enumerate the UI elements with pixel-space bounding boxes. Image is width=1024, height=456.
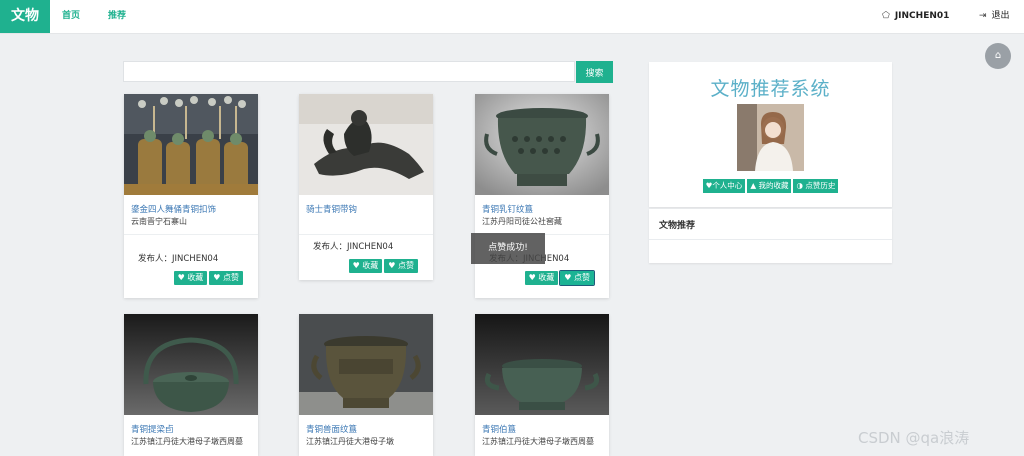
heart-icon: ♥ <box>564 273 572 282</box>
favorite-button[interactable]: ♥ 收藏 <box>173 271 208 285</box>
recommend-heading: 文物推荐 <box>659 221 696 231</box>
history-icon: ◑ <box>796 181 804 190</box>
like-label: 点赞 <box>398 261 414 270</box>
avatar[interactable] <box>737 104 804 171</box>
artifact-location: 江苏镇江丹徒大港母子墩西周墓 <box>131 437 243 446</box>
like-button[interactable]: ♥ 点赞 <box>209 271 243 285</box>
logout-icon: ⇥ <box>979 11 987 21</box>
like-label: 点赞 <box>223 273 239 282</box>
home-icon: ⌂ <box>994 50 1002 61</box>
heart-icon: ♥ <box>213 273 221 282</box>
divider <box>299 234 433 235</box>
artifact-location: 江苏丹阳司徒公社窖藏 <box>482 217 562 226</box>
artifact-card: 骑士青铜带钩 发布人：JINCHEN04 ♥ 收藏 ♥ 点赞 <box>299 94 433 280</box>
artifact-card: 青铜兽面纹簋 江苏镇江丹徒大港母子墩 <box>299 314 433 456</box>
like-button[interactable]: ♥ 点赞 <box>384 259 418 273</box>
favorite-button[interactable]: ♥ 收藏 <box>524 271 559 285</box>
artifact-title[interactable]: 青铜伯簋 <box>482 424 609 436</box>
artifact-location: 江苏镇江丹徒大港母子墩西周墓 <box>482 437 594 446</box>
artifact-card: 青铜伯簋 江苏镇江丹徒大港母子墩西周墓 <box>475 314 609 456</box>
artifact-image[interactable] <box>299 94 433 195</box>
brand-logo[interactable]: 文物 <box>0 0 50 33</box>
divider <box>649 239 892 240</box>
system-title: 文物推荐系统 <box>710 78 831 100</box>
nav-link-home[interactable]: 首页 <box>62 0 80 33</box>
user-icon: ⬠ <box>882 11 890 21</box>
personal-center-button[interactable]: ♥个人中心 <box>702 179 746 193</box>
favorite-label: 收藏 <box>362 261 379 270</box>
artifact-image[interactable] <box>475 314 609 415</box>
search-input[interactable] <box>123 61 575 82</box>
artifact-title[interactable]: 骑士青铜带钩 <box>306 204 433 216</box>
heart-icon: ♥ <box>528 273 536 282</box>
artifact-image[interactable] <box>299 314 433 415</box>
home-floating-button[interactable]: ⌂ <box>985 43 1011 69</box>
artifact-card: 青铜提梁卣 江苏镇江丹徒大港母子墩西周墓 <box>124 314 258 456</box>
artifact-image[interactable] <box>124 94 258 195</box>
toast-message: 点赞成功! <box>471 233 545 264</box>
top-navbar: 文物 首页 推荐 ⬠ JINCHEN01 ⇥ 退出 <box>0 0 1024 34</box>
watermark: CSDN @qa浪涛 <box>858 429 970 447</box>
heart-icon: ♥ <box>352 261 360 270</box>
logout-link[interactable]: ⇥ 退出 <box>979 0 1010 33</box>
username: JINCHEN01 <box>894 11 950 21</box>
my-favorites-button[interactable]: ▲ 我的收藏 <box>747 179 792 193</box>
publisher-text: 发布人：JINCHEN04 <box>313 242 394 252</box>
user-menu[interactable]: ⬠ JINCHEN01 <box>882 0 949 33</box>
search-button[interactable]: 搜索 <box>576 61 613 83</box>
personal-center-label: 个人中心 <box>712 181 743 190</box>
recommend-panel: 文物推荐 <box>649 209 892 263</box>
my-favorites-label: 我的收藏 <box>758 181 789 190</box>
artifact-title[interactable]: 青铜乳钉纹簋 <box>482 204 609 216</box>
like-label: 点赞 <box>574 273 590 282</box>
thumbs-up-icon: ▲ <box>750 181 757 190</box>
artifact-card: 鎏金四人舞俑青铜扣饰 云南晋宁石寨山 发布人：JINCHEN04 ♥ 收藏 ♥ 点… <box>124 94 258 298</box>
favorite-label: 收藏 <box>187 273 204 282</box>
publisher-text: 发布人：JINCHEN04 <box>138 254 219 264</box>
artifact-title[interactable]: 鎏金四人舞俑青铜扣饰 <box>131 204 258 216</box>
divider <box>124 234 258 235</box>
artifact-card: 青铜乳钉纹簋 江苏丹阳司徒公社窖藏 发布人：JINCHEN04 ♥ 收藏♥ 点赞 <box>475 94 609 298</box>
favorite-button[interactable]: ♥ 收藏 <box>348 259 383 273</box>
artifact-image[interactable] <box>124 314 258 415</box>
artifact-location: 云南晋宁石寨山 <box>131 217 187 226</box>
like-history-button[interactable]: ◑ 点赞历史 <box>793 179 839 193</box>
heart-icon: ♥ <box>177 273 185 282</box>
logout-label: 退出 <box>991 11 1010 21</box>
like-history-label: 点赞历史 <box>805 181 836 190</box>
artifact-location: 江苏镇江丹徒大港母子墩 <box>306 437 394 446</box>
artifact-title[interactable]: 青铜提梁卣 <box>131 424 258 436</box>
nav-link-recommend[interactable]: 推荐 <box>108 0 126 33</box>
favorite-label: 收藏 <box>538 273 555 282</box>
artifact-image[interactable] <box>475 94 609 195</box>
like-button[interactable]: ♥ 点赞 <box>559 270 595 286</box>
artifact-title[interactable]: 青铜兽面纹簋 <box>306 424 433 436</box>
heart-icon: ♥ <box>388 261 396 270</box>
profile-panel: 文物推荐系统 ♥个人中心 ▲ 我的收藏 ◑ 点赞历史 <box>649 62 892 207</box>
